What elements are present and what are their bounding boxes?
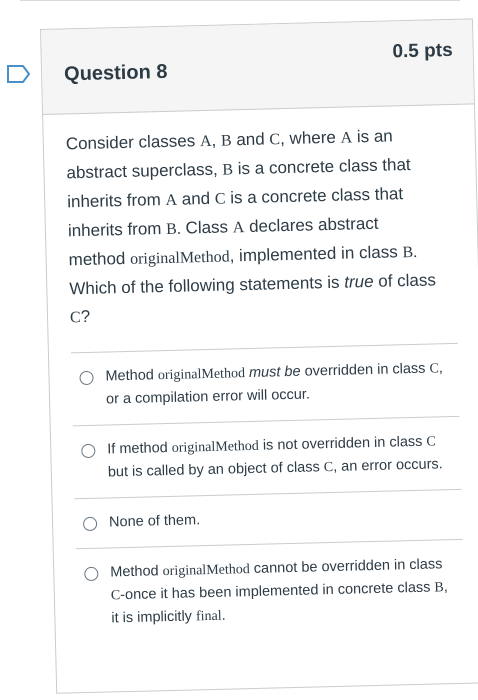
answer-list: Method originalMethod must be overridden…	[70, 342, 465, 645]
question-body: Consider classes A, B and C, where A is …	[43, 104, 478, 645]
radio-button[interactable]	[84, 566, 99, 582]
question-header: Question 8 0.5 pts	[41, 19, 474, 115]
answer-option-2[interactable]: If method originalMethod is not overridd…	[72, 416, 462, 500]
answer-label: Method originalMethod cannot be overridd…	[110, 556, 449, 627]
question-title: Question 8	[63, 60, 168, 86]
answer-label: Method originalMethod must be overridden…	[105, 360, 444, 408]
answer-label: If method originalMethod is not overridd…	[107, 433, 443, 481]
answer-label: None of them.	[108, 512, 201, 531]
answer-option-4[interactable]: Method originalMethod cannot be overridd…	[76, 540, 465, 644]
top-divider	[20, 0, 460, 1]
radio-button[interactable]	[81, 443, 96, 459]
radio-button[interactable]	[79, 370, 94, 386]
question-card: Question 8 0.5 pts Consider classes A, B…	[40, 18, 478, 694]
bookmark-flag-icon[interactable]	[6, 64, 32, 84]
answer-option-1[interactable]: Method originalMethod must be overridden…	[70, 343, 460, 427]
question-text: Consider classes A, B and C, where A is …	[65, 126, 437, 327]
radio-button[interactable]	[82, 516, 98, 532]
question-points: 0.5 pts	[392, 39, 453, 63]
